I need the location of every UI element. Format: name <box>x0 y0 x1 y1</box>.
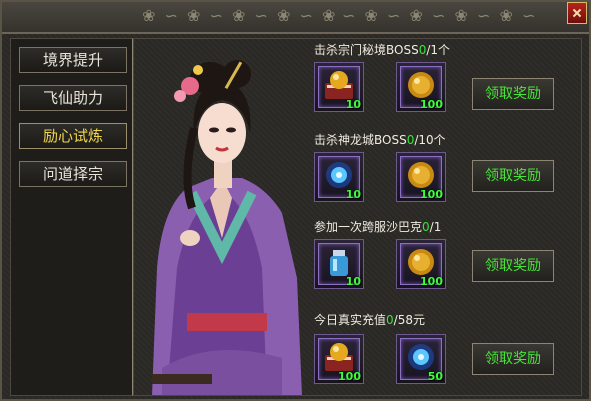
blue-energy-orb-icon <box>326 162 352 188</box>
reward-panel: ❀ ∽ ❀ ∽ ❀ ∽ ❀ ∽ ❀ ∽ ❀ ∽ ❀ ∽ ❀ ∽ ❀ ∽ 境界提升… <box>0 0 591 401</box>
claim-reward-button[interactable]: 领取奖励 <box>472 250 554 282</box>
quest-title: 今日真实充值0/58元 <box>314 313 425 327</box>
nav-panel: 境界提升 飞仙助力 励心试炼 问道择宗 <box>10 38 134 396</box>
red-tome-gold-orb-icon <box>325 343 353 371</box>
blue-energy-orb-icon <box>408 344 434 370</box>
reward-slot[interactable]: 10 <box>314 239 364 289</box>
reward-slot[interactable]: 100 <box>314 334 364 384</box>
reward-slot[interactable]: 10 <box>314 152 364 202</box>
nav-tab-ascension[interactable]: 飞仙助力 <box>19 85 127 111</box>
reward-quantity: 50 <box>427 370 443 383</box>
quest-title: 击杀神龙城BOSS0/10个 <box>314 133 446 147</box>
gold-coin-orb-icon <box>408 162 434 188</box>
reward-quantity: 100 <box>420 98 443 111</box>
blue-potion-jar-icon <box>330 250 348 276</box>
quest-title: 参加一次跨服沙巴克0/1 <box>314 220 442 234</box>
reward-slot[interactable]: 100 <box>396 152 446 202</box>
gold-coin-orb-icon <box>408 249 434 275</box>
close-icon[interactable] <box>567 2 587 24</box>
reward-quantity: 100 <box>420 275 443 288</box>
gold-coin-orb-icon <box>408 72 434 98</box>
reward-quantity: 10 <box>345 98 361 111</box>
cloud-ornament-icon: ❀ ∽ ❀ ∽ ❀ ∽ ❀ ∽ ❀ <box>142 6 338 25</box>
nav-tab-sect[interactable]: 问道择宗 <box>19 161 127 187</box>
nav-tab-trial[interactable]: 励心试炼 <box>19 123 127 149</box>
reward-slot[interactable]: 100 <box>396 62 446 112</box>
red-tome-gold-orb-icon <box>325 71 353 99</box>
reward-quantity: 10 <box>345 275 361 288</box>
reward-slot[interactable]: 100 <box>396 239 446 289</box>
reward-quantity: 100 <box>338 370 361 383</box>
reward-quantity: 100 <box>420 188 443 201</box>
quest-title: 击杀宗门秘境BOSS0/1个 <box>314 43 451 57</box>
reward-quantity: 10 <box>345 188 361 201</box>
claim-reward-button[interactable]: 领取奖励 <box>472 78 554 110</box>
title-bar: ❀ ∽ ❀ ∽ ❀ ∽ ❀ ∽ ❀ ∽ ❀ ∽ ❀ ∽ ❀ ∽ ❀ ∽ <box>2 2 589 34</box>
cloud-ornament-icon: ∽ ❀ ∽ ❀ ∽ ❀ ∽ ❀ ∽ <box>342 6 538 25</box>
reward-slot[interactable]: 10 <box>314 62 364 112</box>
claim-reward-button[interactable]: 领取奖励 <box>472 343 554 375</box>
claim-reward-button[interactable]: 领取奖励 <box>472 160 554 192</box>
reward-slot[interactable]: 50 <box>396 334 446 384</box>
nav-tab-realm[interactable]: 境界提升 <box>19 47 127 73</box>
